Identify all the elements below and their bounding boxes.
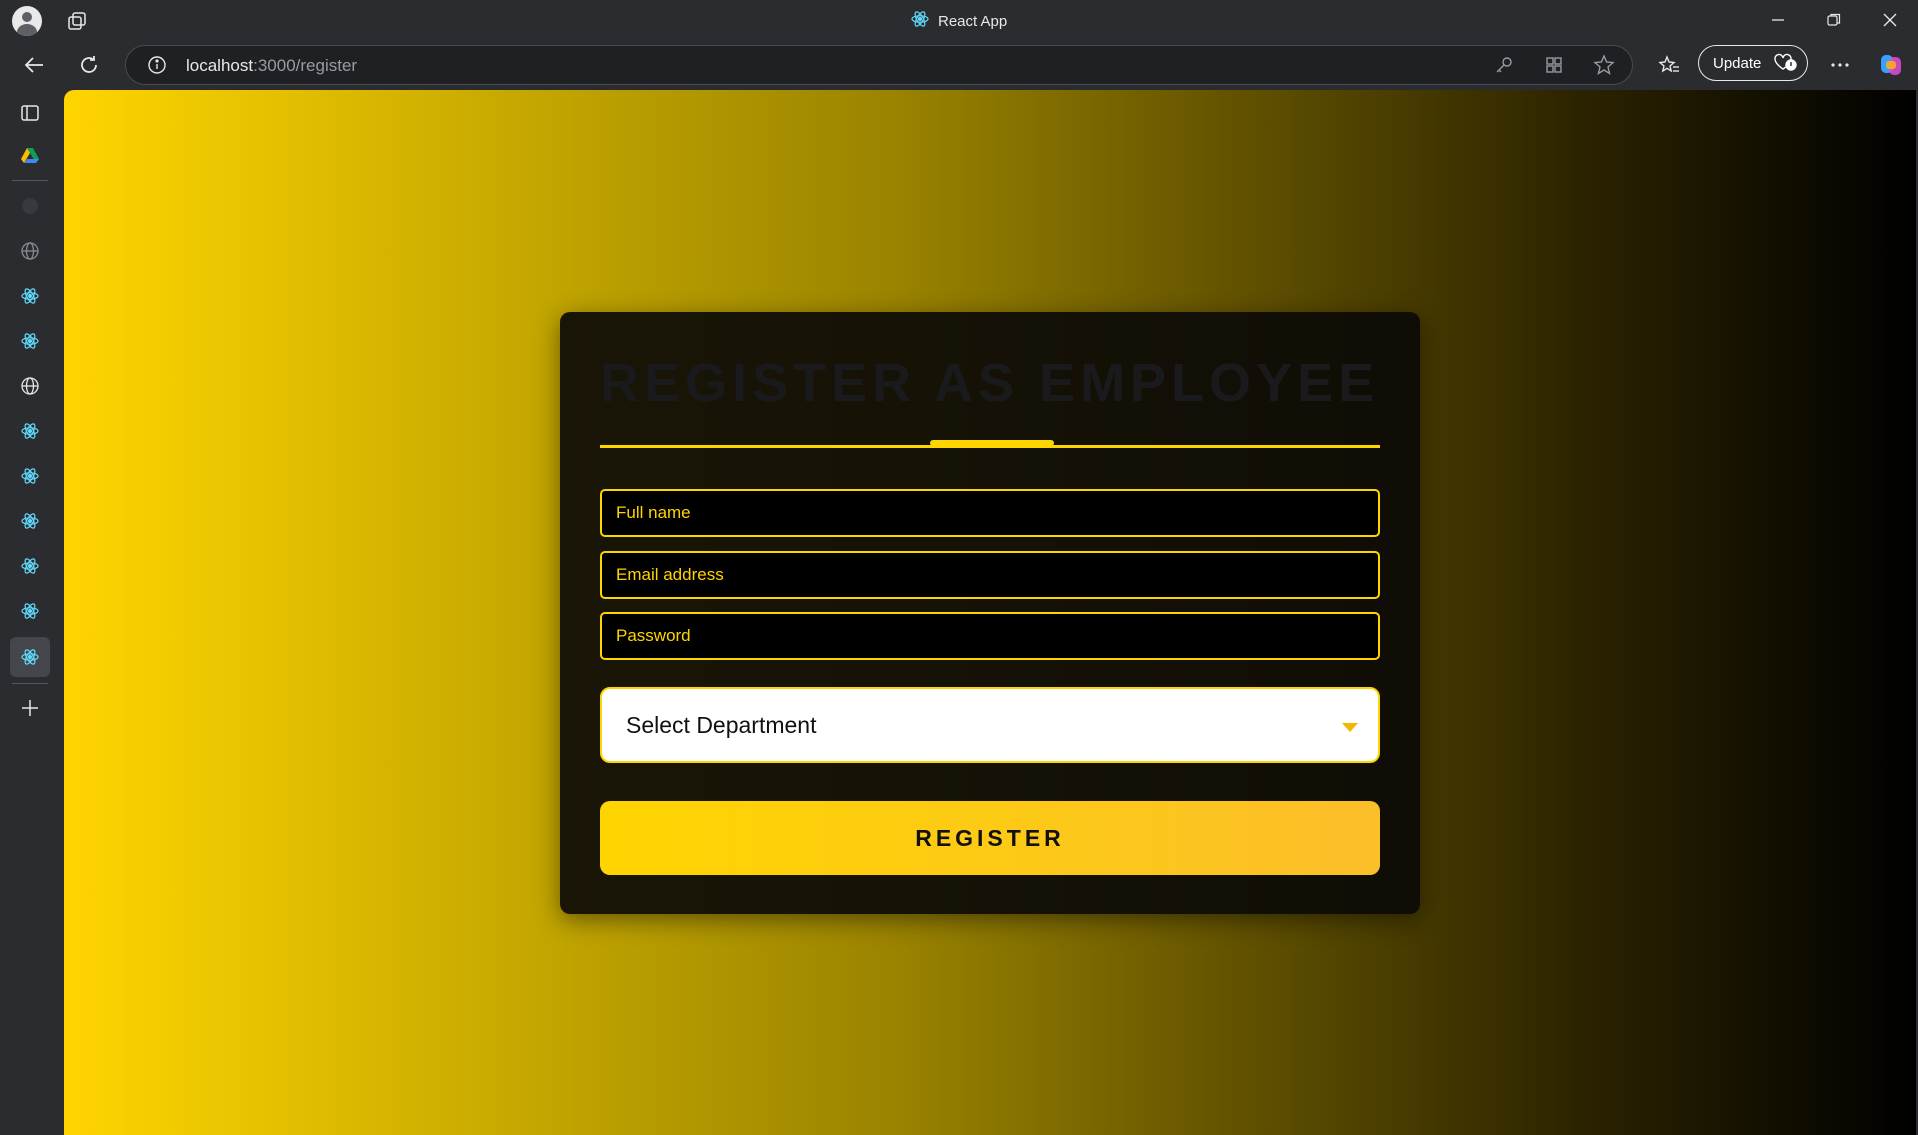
copilot-icon[interactable] <box>1878 52 1904 78</box>
vertical-tab-sidebar <box>0 90 62 1135</box>
react-icon[interactable] <box>16 552 44 580</box>
register-card: REGISTER AS EMPLOYEE Select Department R… <box>560 312 1420 914</box>
info-icon[interactable] <box>146 54 168 76</box>
favorite-star-icon[interactable] <box>1593 54 1615 76</box>
heart-alert-icon <box>1771 50 1798 76</box>
url-host: localhost <box>186 56 254 75</box>
sidebar-divider <box>12 683 48 684</box>
restore-icon[interactable] <box>1814 6 1854 34</box>
password-input[interactable] <box>600 612 1380 660</box>
profile-avatar-icon[interactable] <box>12 6 42 36</box>
refresh-icon[interactable] <box>76 52 102 78</box>
title-underline-accent <box>930 440 1054 446</box>
sidebar-divider <box>12 180 48 181</box>
register-button[interactable]: REGISTER <box>600 801 1380 875</box>
more-options-icon[interactable] <box>1827 52 1853 78</box>
react-icon[interactable] <box>16 327 44 355</box>
globe-icon[interactable] <box>16 372 44 400</box>
url-path: :3000/register <box>253 56 358 75</box>
back-icon[interactable] <box>21 52 47 78</box>
react-icon[interactable] <box>16 282 44 310</box>
react-icon[interactable] <box>16 597 44 625</box>
apps-icon[interactable] <box>1543 54 1565 76</box>
update-button[interactable]: Update <box>1698 45 1808 81</box>
url-text[interactable]: localhost:3000/register <box>186 56 357 76</box>
department-select[interactable]: Select Department <box>600 687 1380 763</box>
react-icon[interactable] <box>16 507 44 535</box>
caret-down-icon <box>1342 723 1358 732</box>
react-icon[interactable] <box>16 462 44 490</box>
tab-title: React App <box>938 12 1008 30</box>
favorites-icon[interactable] <box>1656 52 1682 78</box>
full-name-input[interactable] <box>600 489 1380 537</box>
page-title: REGISTER AS EMPLOYEE <box>600 353 1380 413</box>
plus-icon[interactable] <box>16 694 44 722</box>
react-icon[interactable] <box>10 637 50 677</box>
close-icon[interactable] <box>1870 6 1910 34</box>
globe-icon[interactable] <box>16 237 44 265</box>
address-bar[interactable]: localhost:3000/register <box>125 45 1633 85</box>
tab-actions-icon[interactable] <box>66 10 88 32</box>
email-input[interactable] <box>600 551 1380 599</box>
browser-titlebar: React App <box>0 0 1918 40</box>
react-icon[interactable] <box>16 417 44 445</box>
github-icon[interactable] <box>16 192 44 220</box>
browser-toolbar: localhost:3000/register Update <box>0 40 1918 90</box>
department-select-value: Select Department <box>626 711 817 738</box>
update-label: Update <box>1713 54 1762 72</box>
page-viewport: REGISTER AS EMPLOYEE Select Department R… <box>64 90 1916 1135</box>
sidebar-panel-icon[interactable] <box>16 99 44 127</box>
key-icon[interactable] <box>1493 54 1515 76</box>
tab[interactable]: React App <box>910 9 1007 33</box>
react-icon <box>910 9 930 33</box>
drive-icon[interactable] <box>16 141 44 169</box>
minimize-icon[interactable] <box>1758 6 1798 34</box>
